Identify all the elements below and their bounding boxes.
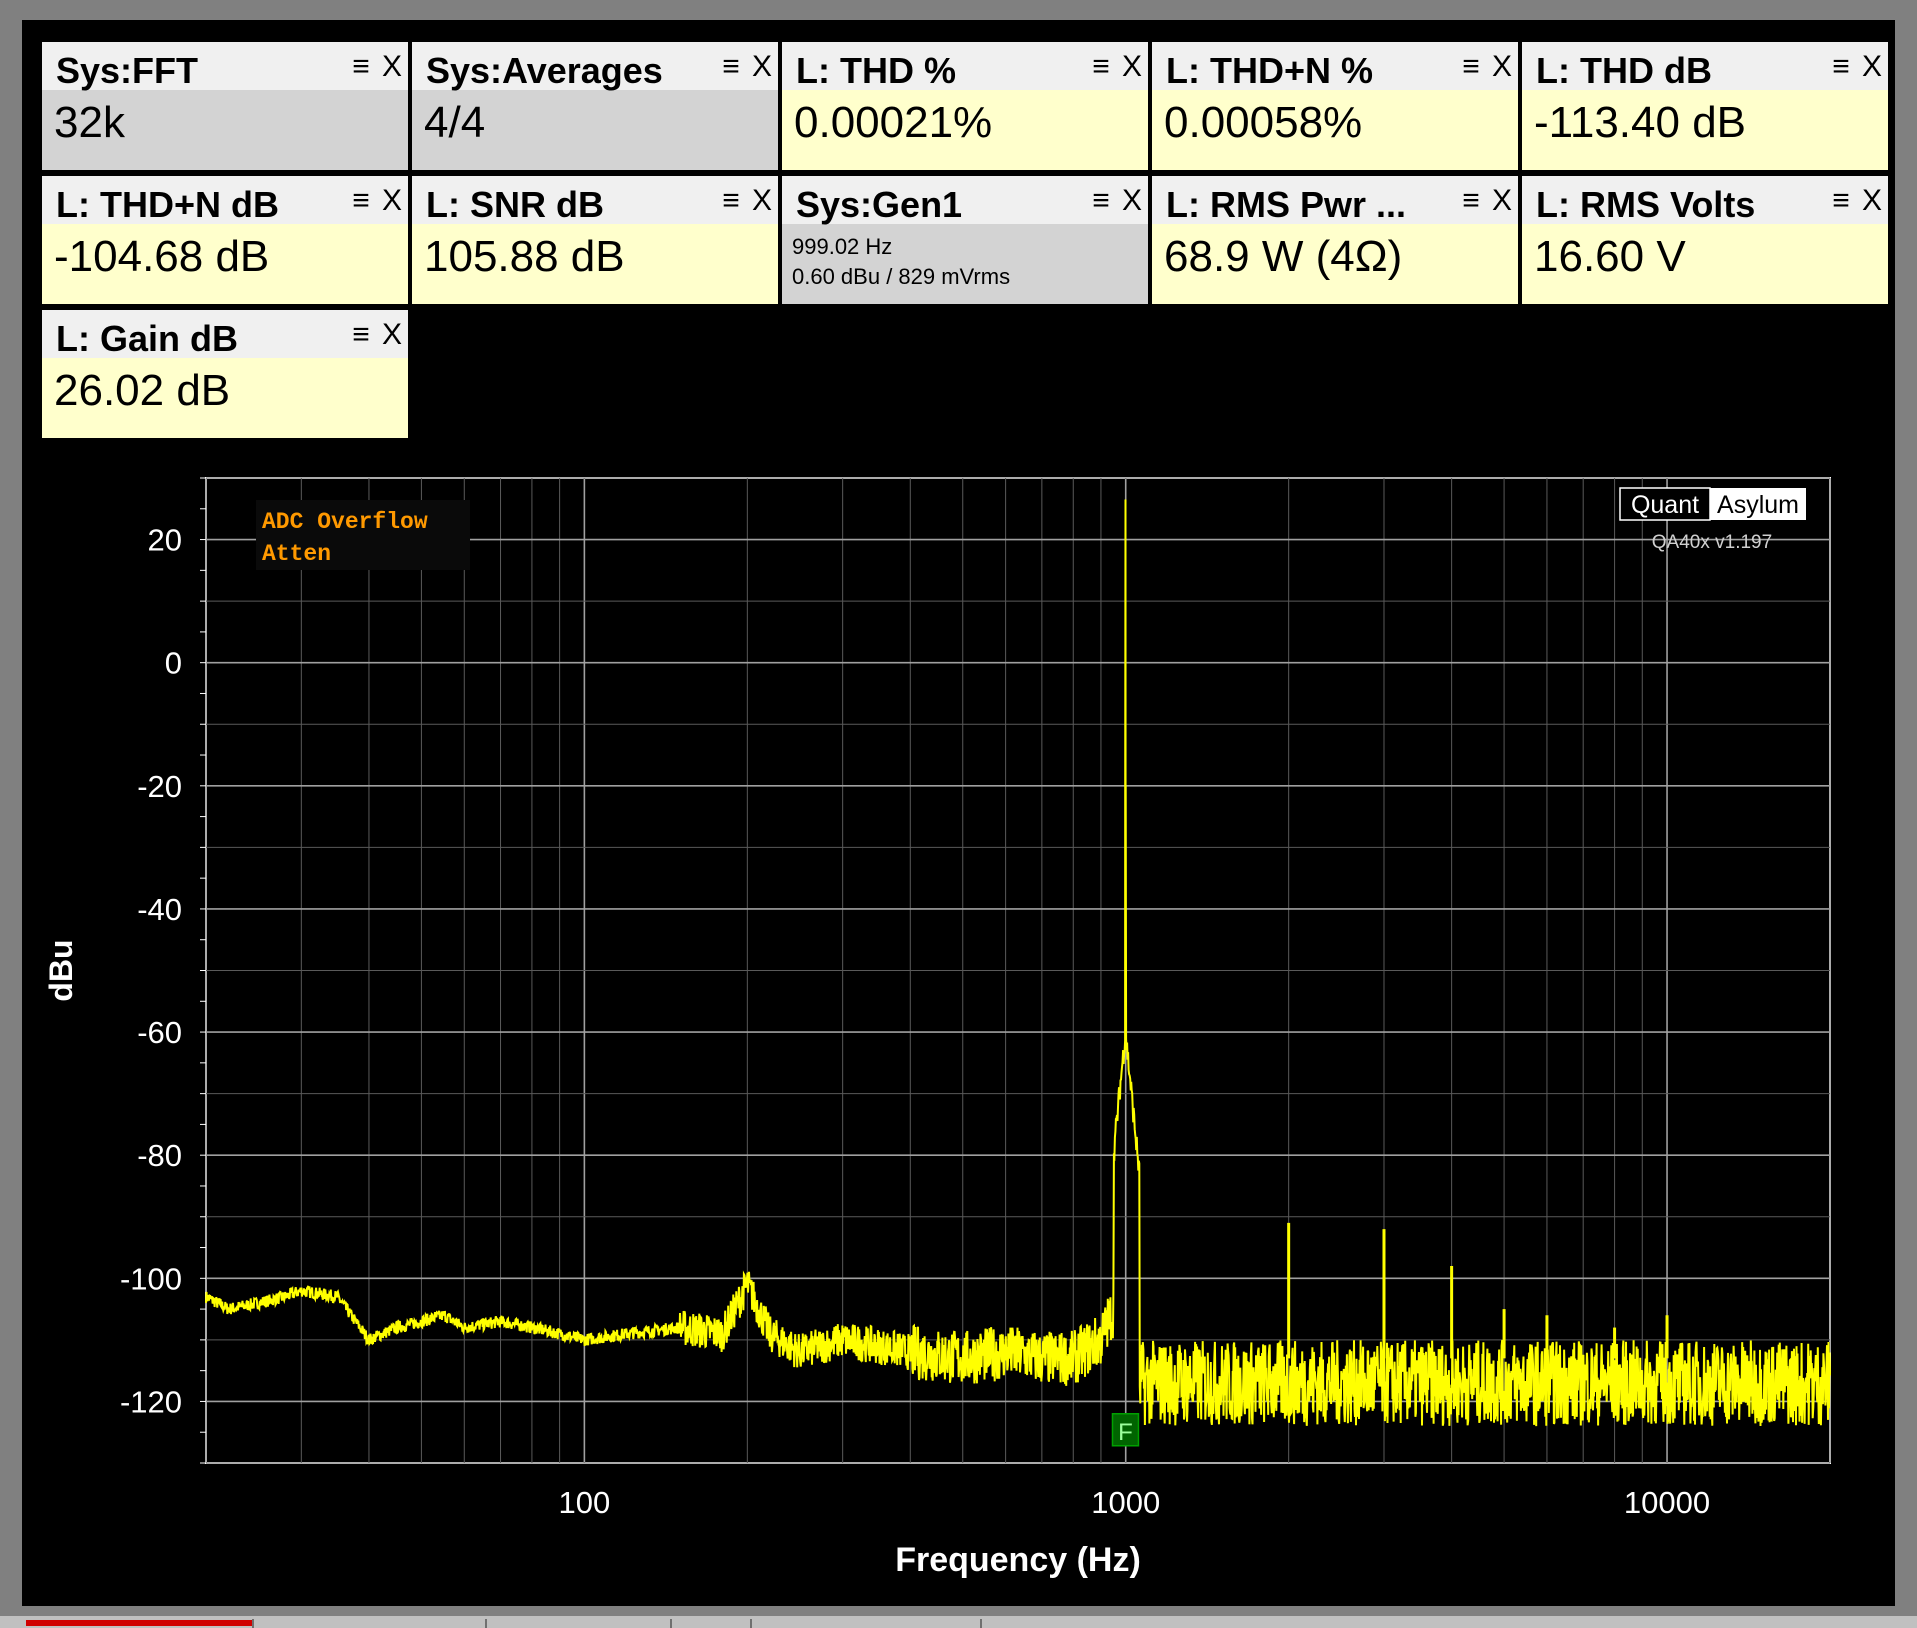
- tab-separator: [980, 1619, 982, 1628]
- app-window: Sys:FFT ≡ X 32k Sys:Averages ≡ X 4/4 L: THD % ≡ X 0…: [0, 0, 1917, 1628]
- y-tick-label: -20: [137, 769, 182, 804]
- y-tick-label: 0: [165, 646, 182, 681]
- y-axis-label: dBu: [43, 939, 79, 1001]
- main-panel: Sys:FFT ≡ X 32k Sys:Averages ≡ X 4/4 L: THD % ≡ X 0…: [22, 20, 1895, 1606]
- tab-separator: [750, 1619, 752, 1628]
- y-tick-label: -100: [120, 1261, 182, 1296]
- x-tick-label: 100: [559, 1485, 611, 1520]
- logo-text: Quant: [1631, 491, 1699, 519]
- y-tick-label: -80: [137, 1138, 182, 1173]
- y-tick-label: -120: [120, 1384, 182, 1419]
- bottom-tab-strip: [0, 1616, 1917, 1628]
- logo-text: Asylum: [1717, 491, 1799, 519]
- active-tab-indicator[interactable]: [26, 1620, 252, 1626]
- tab-separator: [252, 1619, 254, 1628]
- x-tick-label: 10000: [1624, 1485, 1710, 1520]
- spectrum-chart: 20 0 -20 -40 -60 -80 -100 -120 100 1000 10000 Frequ…: [43, 477, 1831, 1579]
- x-axis-label: Frequency (Hz): [895, 1541, 1141, 1579]
- tab-separator: [485, 1619, 487, 1628]
- fundamental-marker-label: F: [1118, 1419, 1133, 1446]
- y-tick-label: 20: [148, 523, 182, 558]
- y-tick-label: -60: [137, 1015, 182, 1050]
- version-label: QA40x v1.197: [1652, 532, 1772, 553]
- y-tick-label: -40: [137, 892, 182, 927]
- tab-separator: [670, 1619, 672, 1628]
- x-tick-label: 1000: [1091, 1485, 1160, 1520]
- overlay-label: ADC Overflow: [262, 509, 428, 535]
- overlay-label: Atten: [262, 541, 331, 567]
